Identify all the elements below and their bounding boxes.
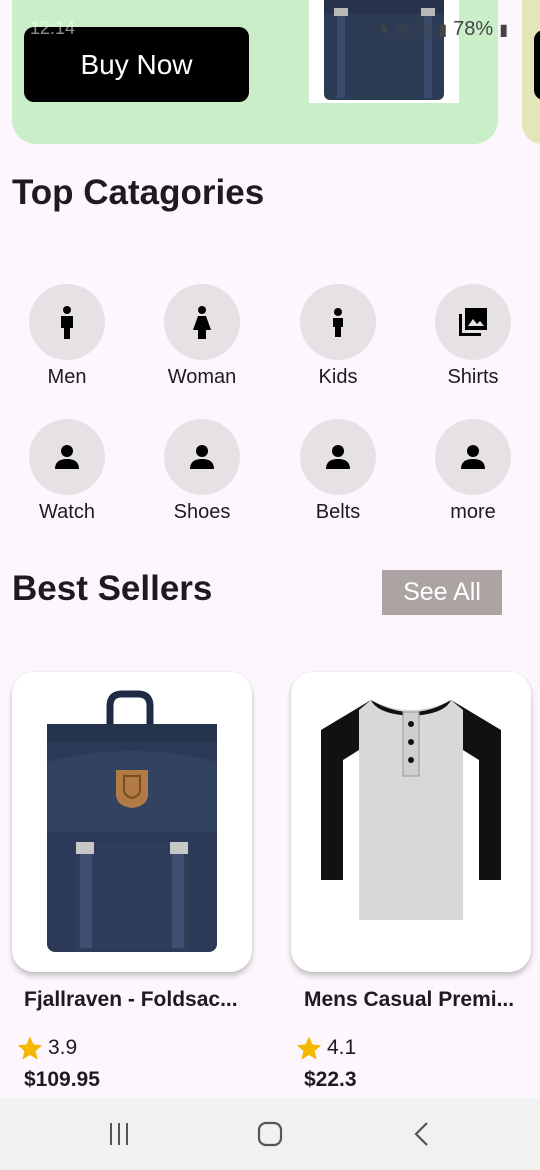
person-icon xyxy=(435,419,511,495)
category-label: Woman xyxy=(167,366,237,388)
next-banner-peek[interactable] xyxy=(522,0,540,144)
category-label: Shirts xyxy=(447,366,499,388)
product-card-tshirt[interactable] xyxy=(291,672,531,972)
banner-product-image xyxy=(309,0,459,103)
child-icon xyxy=(300,284,376,360)
category-belts[interactable]: Belts xyxy=(278,419,398,529)
product-rating: 4.1 xyxy=(295,1034,356,1062)
back-icon[interactable] xyxy=(402,1118,442,1150)
see-all-button[interactable]: See All xyxy=(382,570,502,615)
star-icon xyxy=(296,1036,322,1060)
home-icon[interactable] xyxy=(250,1118,290,1150)
rating-value: 4.1 xyxy=(327,1036,357,1059)
category-label: Kids xyxy=(318,366,358,388)
backpack-image xyxy=(47,690,217,952)
category-more[interactable]: more xyxy=(413,419,533,529)
category-shirts[interactable]: Shirts xyxy=(413,284,533,394)
person-icon xyxy=(300,419,376,495)
recent-apps-icon[interactable] xyxy=(99,1118,139,1150)
man-icon xyxy=(29,284,105,360)
person-icon xyxy=(164,419,240,495)
system-navigation-bar xyxy=(0,1098,540,1170)
top-categories-title: Top Catagories xyxy=(12,173,265,212)
product-price: $109.95 xyxy=(24,1068,100,1091)
product-price: $22.3 xyxy=(304,1068,357,1091)
product-title[interactable]: Fjallraven - Foldsac... xyxy=(24,988,254,1012)
tshirt-image xyxy=(321,700,501,920)
rating-value: 3.9 xyxy=(48,1036,78,1059)
category-label: Watch xyxy=(39,501,95,523)
promo-banner[interactable]: Buy Now xyxy=(12,0,498,144)
battery-icon: ▮ xyxy=(499,21,508,39)
product-card-backpack[interactable] xyxy=(12,672,252,972)
person-icon xyxy=(29,419,105,495)
buy-now-button[interactable]: Buy Now xyxy=(24,27,249,102)
product-title[interactable]: Mens Casual Premi... xyxy=(304,988,534,1012)
category-kids[interactable]: Kids xyxy=(278,284,398,394)
category-men[interactable]: Men xyxy=(7,284,127,394)
category-watch[interactable]: Watch xyxy=(7,419,127,529)
category-label: Belts xyxy=(315,501,361,523)
category-label: Men xyxy=(47,366,87,388)
category-label: Shoes xyxy=(173,501,231,523)
best-sellers-title: Best Sellers xyxy=(12,569,213,608)
woman-icon xyxy=(164,284,240,360)
star-icon xyxy=(17,1036,43,1060)
photo-library-icon xyxy=(435,284,511,360)
category-shoes[interactable]: Shoes xyxy=(142,419,262,529)
category-woman[interactable]: Woman xyxy=(142,284,262,394)
category-label: more xyxy=(450,501,496,523)
product-rating: 3.9 xyxy=(16,1034,77,1062)
